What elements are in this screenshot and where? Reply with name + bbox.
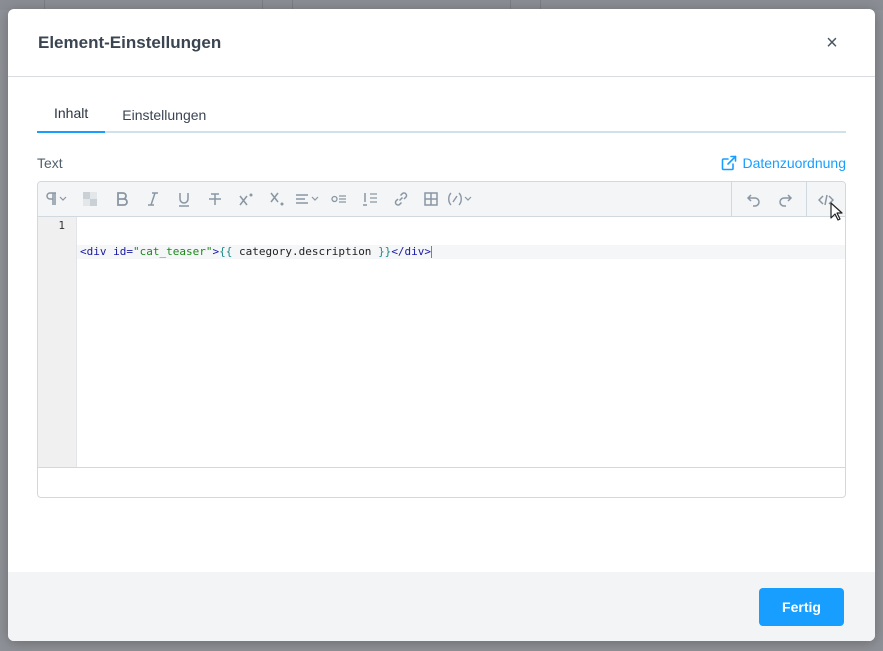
superscript-icon [238,193,252,206]
modal-title: Element-Einstellungen [38,32,222,52]
close-button[interactable]: × [822,33,842,53]
underline-icon [178,193,189,207]
ordered-list-button[interactable] [354,182,385,217]
code-content[interactable]: <div id="cat_teaser">{{ category.descrip… [77,217,845,467]
unordered-list-icon [331,195,346,203]
bold-button[interactable] [106,182,137,217]
code-token-string: "cat_teaser" [133,245,213,258]
paragraph-format-icon [46,192,67,205]
code-token-close-tag: </div> [391,245,432,258]
italic-button[interactable] [137,182,168,217]
tab-bar: Inhalt Einstellungen [37,97,846,133]
text-editor: 1 <div id="cat_teaser">{{ category.descr… [37,181,846,498]
line-number: 1 [58,219,65,232]
superscript-button[interactable] [230,182,261,217]
code-editor-area[interactable]: 1 <div id="cat_teaser">{{ category.descr… [38,217,845,468]
align-button[interactable] [292,182,324,217]
history-group [731,182,806,217]
done-button[interactable]: Fertig [759,587,844,626]
link-icon [394,192,407,206]
variable-button[interactable] [446,182,476,217]
line-number-gutter: 1 [38,217,77,467]
tab-inhalt[interactable]: Inhalt [37,105,106,133]
text-field-header: Text Datenzuordnung [37,155,846,171]
text-cursor [431,246,433,258]
code-token-expression: category.description [232,245,379,258]
redo-icon [778,193,792,207]
redo-button[interactable] [769,182,800,217]
code-token-attr: id= [113,245,133,258]
strikethrough-button[interactable] [199,182,230,217]
external-link-icon [722,155,737,171]
code-line: <div id="cat_teaser">{{ category.descrip… [77,245,845,259]
strikethrough-icon [208,193,221,205]
paragraph-format-button[interactable] [38,182,74,217]
mouse-pointer-icon [830,202,843,221]
text-field-label: Text [37,155,63,171]
data-mapping-label: Datenzuordnung [742,155,846,171]
editor-status-bar [38,468,845,497]
clear-format-button[interactable] [74,182,106,217]
code-token-curly-close: }} [378,245,392,258]
clear-format-icon [83,192,97,206]
ordered-list-icon [362,193,377,206]
undo-icon [746,193,760,207]
table-button[interactable] [416,182,446,217]
variable-icon [448,192,472,206]
italic-icon [147,192,158,206]
table-icon [424,192,438,206]
data-mapping-link[interactable]: Datenzuordnung [721,155,846,171]
undo-button[interactable] [738,182,769,217]
modal-body: Inhalt Einstellungen Text Datenzuordnung [8,77,875,572]
modal-header: Element-Einstellungen × [8,9,875,77]
underline-button[interactable] [168,182,199,217]
link-button[interactable] [385,182,416,217]
align-icon [296,194,319,204]
unordered-list-button[interactable] [324,182,354,217]
code-token-open-tag: <div [80,245,114,258]
toolbar-right-group [731,182,845,217]
subscript-icon [269,192,283,206]
subscript-button[interactable] [261,182,292,217]
modal-footer: Fertig [8,572,875,641]
code-token-curly-open: {{ [219,245,233,258]
bold-icon [116,192,128,206]
close-icon: × [826,31,838,54]
editor-toolbar [38,182,845,217]
tab-einstellungen[interactable]: Einstellungen [105,107,223,133]
element-settings-modal: Element-Einstellungen × Inhalt Einstellu… [8,9,875,641]
